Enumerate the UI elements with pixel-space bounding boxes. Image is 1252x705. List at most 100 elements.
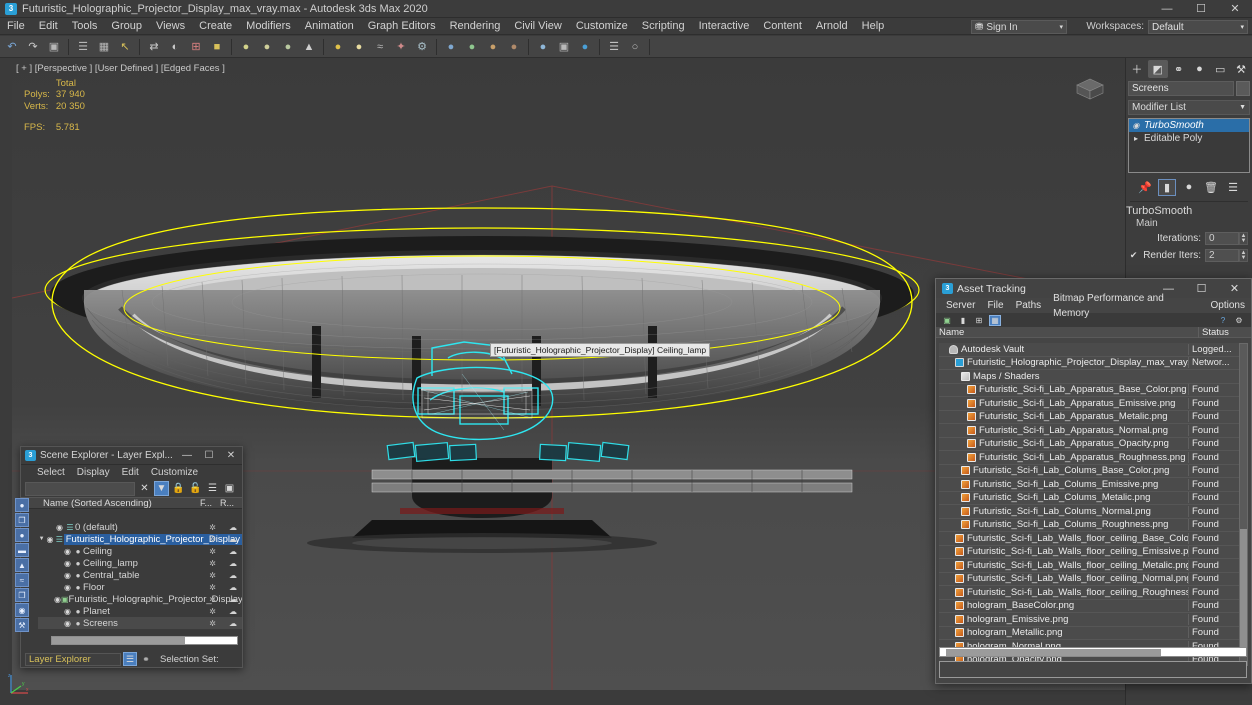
object-icon[interactable]: ● bbox=[73, 547, 83, 556]
menu-item-group[interactable]: Group bbox=[104, 18, 149, 35]
hierarchy-tab[interactable]: ⚭ bbox=[1169, 60, 1189, 78]
motion-tab[interactable]: ● bbox=[1189, 60, 1209, 78]
scene-explorer-row[interactable]: ◉ ● Ceiling ✲ ☁ bbox=[38, 545, 242, 557]
freeze-toggle-icon[interactable]: ✲ bbox=[209, 619, 216, 628]
scene-explorer-hscrollbar[interactable] bbox=[51, 636, 238, 645]
percent-snap-icon[interactable]: ✦ bbox=[391, 37, 411, 57]
scrollbar-thumb[interactable] bbox=[946, 649, 1161, 656]
asset-tracking-row[interactable]: Futuristic_Sci-fi_Lab_Walls_floor_ceilin… bbox=[939, 532, 1240, 546]
group-icon[interactable]: ▣ bbox=[61, 595, 69, 604]
grid-view-icon[interactable]: ▦ bbox=[989, 314, 1001, 326]
pivot-point-icon[interactable]: ● bbox=[328, 37, 348, 57]
menu-item-interactive[interactable]: Interactive bbox=[692, 18, 757, 35]
sign-in-button[interactable]: ⛃ Sign In ▾ bbox=[971, 20, 1067, 34]
maximize-button[interactable]: ☐ bbox=[1184, 0, 1218, 18]
modifier-stack-row[interactable]: ◉ TurboSmooth bbox=[1129, 119, 1249, 132]
maximize-button[interactable]: ☐ bbox=[198, 447, 220, 465]
refresh-icon[interactable]: ▣ bbox=[941, 315, 953, 326]
asset-tracking-list[interactable]: Autodesk Vault Logged... Futuristic_Hologr… bbox=[939, 343, 1240, 666]
menu-item-edit[interactable]: Edit bbox=[32, 18, 65, 35]
settings-icon[interactable]: ⚙ bbox=[1233, 315, 1245, 326]
eye-icon[interactable]: ◉ bbox=[62, 583, 73, 592]
mirror-icon[interactable]: ● bbox=[441, 37, 461, 57]
asset-tracking-row[interactable]: hologram_BaseColor.png Found bbox=[939, 600, 1240, 613]
rollout-title-turbosmooth[interactable]: TurboSmooth bbox=[1126, 205, 1252, 217]
select-object-tool[interactable]: ● bbox=[15, 498, 29, 512]
render-setup-icon[interactable]: ☰ bbox=[604, 37, 624, 57]
object-icon[interactable]: ● bbox=[73, 571, 83, 580]
menu-item-modifiers[interactable]: Modifiers bbox=[239, 18, 298, 35]
show-end-result-icon[interactable]: ▮ bbox=[1158, 178, 1176, 196]
menu-item-content[interactable]: Content bbox=[756, 18, 809, 35]
render-iters-spinner[interactable]: ▲ ▼ bbox=[1239, 249, 1248, 262]
modifier-list-dropdown[interactable]: Modifier List ▼ bbox=[1128, 100, 1250, 115]
make-unique-icon[interactable]: ● bbox=[1180, 179, 1198, 196]
scene-explorer-row[interactable]: ◉ ● Ceiling_lamp ✲ ☁ bbox=[38, 557, 242, 569]
select-region-icon[interactable]: ◐ bbox=[165, 37, 185, 57]
close-button[interactable]: ✕ bbox=[220, 447, 242, 465]
create-tab[interactable]: ＋ bbox=[1127, 60, 1147, 78]
menu-item-customize[interactable]: Customize bbox=[569, 18, 635, 35]
asset-tracking-menu-file[interactable]: File bbox=[981, 298, 1009, 313]
scene-explorer-menu-customize[interactable]: Customize bbox=[145, 465, 204, 480]
close-button[interactable]: ✕ bbox=[1218, 279, 1251, 298]
scene-explorer-menu-select[interactable]: Select bbox=[31, 465, 71, 480]
asset-tracking-menu-options[interactable]: Options bbox=[1205, 298, 1251, 313]
lock-icon[interactable]: 🔒 bbox=[171, 481, 186, 496]
scene-explorer-row[interactable]: ◉ ▣ Futuristic_Holographic_Projector_Displ… bbox=[38, 593, 242, 605]
scene-explorer-menu-edit[interactable]: Edit bbox=[116, 465, 145, 480]
eye-icon[interactable]: ◉ bbox=[1131, 121, 1141, 130]
camera-tool[interactable]: ▬ bbox=[15, 543, 29, 557]
object-icon[interactable]: ● bbox=[73, 559, 83, 568]
align-icon[interactable]: ● bbox=[462, 37, 482, 57]
select-by-name-icon[interactable]: ⇄ bbox=[144, 37, 164, 57]
hierarchy-mode-icon[interactable]: ⚭ bbox=[139, 652, 153, 666]
scene-explorer-list[interactable]: ◉ ☰ 0 (default) ✲ ☁ ▼ ◉ ☰ Futuristic_Holographic… bbox=[38, 521, 242, 653]
eye-icon[interactable]: ◉ bbox=[62, 619, 73, 628]
asset-tracking-row[interactable]: Futuristic_Sci-fi_Lab_Apparatus_Opacity.… bbox=[939, 438, 1240, 451]
utilities-tab[interactable]: ⚒ bbox=[1231, 60, 1251, 78]
render-toggle-icon[interactable]: ☁ bbox=[229, 571, 237, 580]
eye-icon[interactable]: ◉ bbox=[45, 535, 55, 544]
render-toggle-icon[interactable]: ☁ bbox=[229, 583, 237, 592]
filter-icon[interactable]: ▼ bbox=[154, 481, 169, 496]
render-iters-checkbox[interactable]: ✔ bbox=[1130, 250, 1138, 260]
window-crossing-icon[interactable]: ⊞ bbox=[186, 37, 206, 57]
eye-icon[interactable]: ◉ bbox=[62, 547, 73, 556]
redo-icon[interactable]: ↷ bbox=[23, 37, 43, 57]
wrench-tool[interactable]: ⚒ bbox=[15, 618, 29, 632]
asset-tracking-row[interactable]: Futuristic_Sci-fi_Lab_Apparatus_Emissive… bbox=[939, 397, 1240, 411]
remove-modifier-icon[interactable]: 🗑 bbox=[1202, 179, 1220, 196]
asset-tracking-row[interactable]: Futuristic_Sci-fi_Lab_Colums_Base_Color.… bbox=[939, 465, 1240, 478]
angle-snap-icon[interactable]: ≈ bbox=[370, 37, 390, 57]
undo-icon[interactable]: ↶ bbox=[2, 37, 22, 57]
select-rotate-icon[interactable]: ● bbox=[236, 37, 256, 57]
eye-icon[interactable]: ◉ bbox=[62, 607, 73, 616]
list-view-icon[interactable]: ▮ bbox=[957, 315, 969, 326]
modify-tab[interactable]: ◩ bbox=[1147, 60, 1168, 78]
reference-coord-icon[interactable]: ▲ bbox=[299, 37, 319, 57]
asset-tracking-row[interactable]: Futuristic_Sci-fi_Lab_Walls_floor_ceilin… bbox=[939, 559, 1240, 573]
scene-explorer-row[interactable]: ◉ ● Planet ✲ ☁ bbox=[38, 605, 242, 617]
asset-tracking-row[interactable]: Futuristic_Sci-fi_Lab_Walls_floor_ceilin… bbox=[939, 573, 1240, 586]
menu-item-tools[interactable]: Tools bbox=[65, 18, 105, 35]
minimize-button[interactable]: — bbox=[1150, 0, 1184, 18]
layer-mode-icon[interactable]: ☰ bbox=[123, 652, 137, 666]
freeze-toggle-icon[interactable]: ✲ bbox=[209, 595, 216, 604]
asset-tracking-row[interactable]: Futuristic_Sci-fi_Lab_Walls_floor_ceilin… bbox=[939, 546, 1240, 559]
select-object-icon[interactable]: ↖ bbox=[115, 37, 135, 57]
object-name-input[interactable]: Screens bbox=[1128, 81, 1234, 96]
asset-tracking-vscrollbar[interactable] bbox=[1239, 343, 1248, 666]
select-scale-icon[interactable]: ● bbox=[257, 37, 277, 57]
eye-icon[interactable]: ◉ bbox=[54, 523, 65, 532]
iterations-input[interactable]: 0 bbox=[1205, 232, 1239, 245]
scrollbar-thumb[interactable] bbox=[1240, 529, 1247, 649]
minimize-button[interactable]: — bbox=[176, 447, 198, 465]
freeze-toggle-icon[interactable]: ✲ bbox=[209, 547, 216, 556]
menu-item-help[interactable]: Help bbox=[855, 18, 892, 35]
new-layer-icon[interactable]: ▣ bbox=[222, 481, 237, 496]
asset-tracking-row[interactable]: Futuristic_Sci-fi_Lab_Walls_floor_ceilin… bbox=[939, 586, 1240, 600]
layers-icon[interactable]: ☰ bbox=[65, 523, 75, 532]
workspace-select[interactable]: Default ▾ bbox=[1148, 20, 1248, 34]
freeze-toggle-icon[interactable]: ✲ bbox=[209, 607, 216, 616]
